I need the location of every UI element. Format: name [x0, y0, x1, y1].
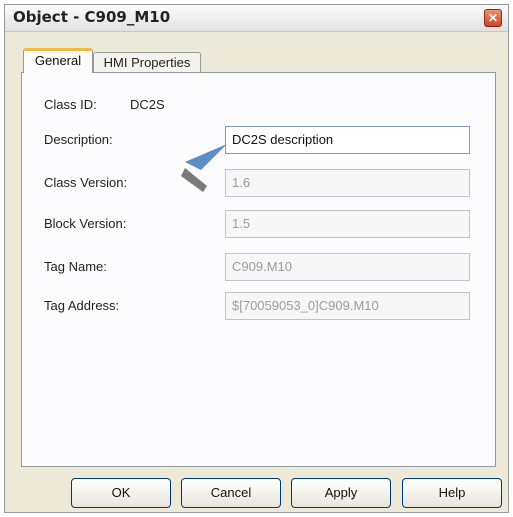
class-version-field: 1.6 [225, 169, 470, 197]
close-icon: ✕ [487, 11, 499, 25]
class-version-label: Class Version: [44, 175, 128, 190]
title-bar[interactable]: Object - C909_M10 ✕ [5, 5, 508, 32]
window-title: Object - C909_M10 [13, 8, 171, 26]
block-version-field: 1.5 [225, 210, 470, 238]
class-id-value: DC2S [130, 97, 165, 112]
cancel-button[interactable]: Cancel [181, 478, 281, 508]
tag-address-label: Tag Address: [44, 298, 120, 313]
description-label: Description: [44, 132, 113, 147]
apply-button[interactable]: Apply [291, 478, 391, 508]
tag-address-field: $[70059053_0]C909.M10 [225, 292, 470, 320]
help-button[interactable]: Help [402, 478, 502, 508]
close-button[interactable]: ✕ [484, 9, 502, 27]
tab-hmi-properties[interactable]: HMI Properties [93, 52, 201, 74]
tag-name-label: Tag Name: [44, 259, 107, 274]
ok-button[interactable]: OK [71, 478, 171, 508]
arrow-pointer-icon [181, 144, 227, 192]
class-id-label: Class ID: [44, 97, 97, 112]
tab-general[interactable]: General [23, 48, 93, 73]
block-version-label: Block Version: [44, 216, 127, 231]
tag-name-field: C909.M10 [225, 253, 470, 281]
description-field[interactable]: DC2S description [225, 126, 470, 154]
object-dialog: Object - C909_M10 ✕ General HMI Properti… [4, 4, 509, 513]
general-tab-panel: Class ID: DC2S Description: DC2S descrip… [21, 72, 496, 467]
